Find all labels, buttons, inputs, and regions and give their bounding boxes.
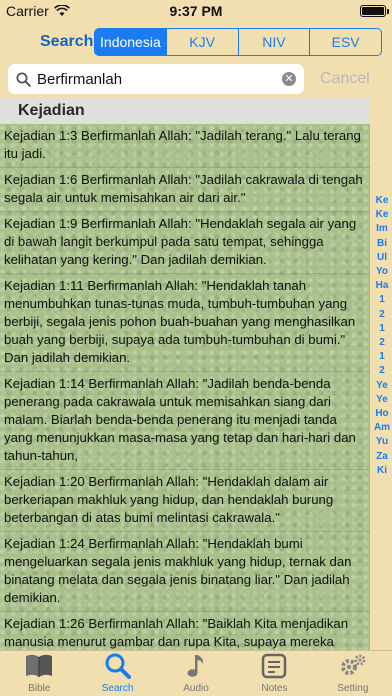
list-item[interactable]: Kejadian 1:6 Berfirmanlah Allah: "Jadila… bbox=[0, 168, 370, 212]
tab-label: Setting bbox=[337, 683, 369, 694]
index-item[interactable]: Ho bbox=[375, 409, 388, 419]
section-header: Kejadian bbox=[0, 98, 370, 124]
book-icon bbox=[24, 651, 54, 681]
notes-icon bbox=[259, 651, 289, 681]
tab-bar: Bible Search Audio Notes Setting bbox=[0, 650, 392, 696]
index-item[interactable]: Bi bbox=[377, 238, 387, 249]
battery-icon bbox=[360, 5, 389, 17]
index-item[interactable]: 2 bbox=[379, 366, 385, 376]
cancel-button[interactable]: Cancel bbox=[320, 70, 370, 88]
search-icon bbox=[103, 651, 133, 681]
music-note-icon bbox=[181, 651, 211, 681]
tab-label: Search bbox=[101, 683, 134, 694]
index-item[interactable]: Ha bbox=[376, 281, 389, 291]
search-results-list[interactable]: Kejadian Kejadian 1:3 Berfirmanlah Allah… bbox=[0, 98, 370, 650]
list-item[interactable]: Kejadian 1:3 Berfirmanlah Allah: "Jadila… bbox=[0, 124, 370, 168]
search-icon bbox=[16, 72, 31, 87]
index-item[interactable]: Ye bbox=[376, 394, 388, 405]
status-left: Carrier bbox=[6, 3, 70, 19]
search-row: ✕ Cancel bbox=[0, 62, 392, 96]
index-item[interactable]: Ul bbox=[377, 252, 387, 263]
index-item[interactable]: Im bbox=[376, 224, 388, 234]
index-item[interactable]: Ke bbox=[376, 210, 389, 220]
list-item[interactable]: Kejadian 1:26 Berfirmanlah Allah: "Baikl… bbox=[0, 612, 370, 650]
tab-notes[interactable]: Notes bbox=[235, 651, 313, 696]
search-input[interactable] bbox=[37, 70, 276, 88]
list-item[interactable]: Kejadian 1:9 Berfirmanlah Allah: "Hendak… bbox=[0, 212, 370, 274]
version-tab-kjv[interactable]: KJV bbox=[165, 29, 238, 55]
list-item[interactable]: Kejadian 1:14 Berfirmanlah Allah: "Jadil… bbox=[0, 372, 370, 470]
index-item[interactable]: Yu bbox=[376, 437, 388, 447]
list-item[interactable]: Kejadian 1:20 Berfirmanlah Allah: "Henda… bbox=[0, 470, 370, 532]
index-item[interactable]: 1 bbox=[379, 295, 385, 305]
section-index-bar[interactable]: Ke Ke Im Bi Ul Yo Ha 1 2 1 2 1 2 Ye Ye H… bbox=[372, 196, 392, 476]
version-tab-esv[interactable]: ESV bbox=[309, 29, 381, 55]
clear-icon[interactable]: ✕ bbox=[282, 72, 296, 86]
tab-setting[interactable]: Setting bbox=[314, 651, 392, 696]
index-item[interactable]: 1 bbox=[379, 323, 385, 334]
tab-label: Notes bbox=[261, 683, 288, 694]
search-title: Search bbox=[40, 33, 94, 50]
gear-icon bbox=[338, 651, 368, 681]
tab-audio[interactable]: Audio bbox=[157, 651, 235, 696]
carrier-label: Carrier bbox=[6, 3, 49, 19]
index-item[interactable]: 1 bbox=[379, 352, 385, 362]
tab-label: Bible bbox=[28, 683, 51, 694]
version-tab-niv[interactable]: NIV bbox=[237, 29, 310, 55]
status-bar: Carrier 9:37 PM bbox=[0, 0, 392, 22]
status-right bbox=[360, 5, 389, 17]
tab-search[interactable]: Search bbox=[78, 651, 156, 696]
index-item[interactable]: 2 bbox=[379, 309, 385, 320]
index-item[interactable]: Yo bbox=[376, 267, 388, 277]
version-segmented-control: Indonesia KJV NIV ESV bbox=[94, 28, 382, 56]
index-item[interactable]: Ye bbox=[376, 380, 388, 391]
list-item[interactable]: Kejadian 1:11 Berfirmanlah Allah: "Henda… bbox=[0, 274, 370, 372]
search-box: ✕ bbox=[8, 64, 304, 94]
index-item[interactable]: Za bbox=[376, 451, 388, 462]
list-item[interactable]: Kejadian 1:24 Berfirmanlah Allah: "Henda… bbox=[0, 532, 370, 612]
index-item[interactable]: Am bbox=[374, 423, 390, 433]
index-item[interactable]: 2 bbox=[379, 338, 385, 348]
index-item[interactable]: Ke bbox=[376, 196, 389, 206]
index-item[interactable]: Ki bbox=[377, 465, 387, 476]
tab-label: Audio bbox=[183, 683, 209, 694]
top-bar: Search Indonesia KJV NIV ESV bbox=[0, 26, 392, 58]
wifi-icon bbox=[53, 5, 70, 16]
tab-bible[interactable]: Bible bbox=[0, 651, 78, 696]
version-tab-indonesia[interactable]: Indonesia bbox=[95, 29, 166, 55]
